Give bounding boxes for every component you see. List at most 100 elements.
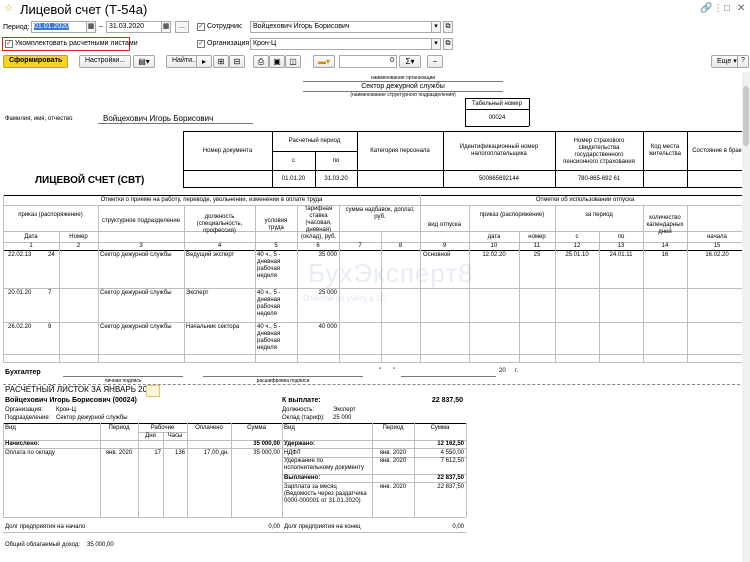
accrual-paid: 17,00 дн. (203, 450, 229, 456)
employee-field[interactable]: Войцехович Игорь Борисович (250, 21, 432, 33)
payment-sum: 22 837,50 (437, 484, 464, 490)
title-bar: ☆ Лицевой счет (Т-54а) 🔗 ⋮ □ ✕ (0, 0, 750, 18)
vertical-scrollbar[interactable] (742, 72, 750, 562)
marital-header: Состояние в браке (692, 148, 745, 154)
hire-section-header: Отметки о приеме на работу, переводе, ув… (100, 197, 323, 203)
org-dropdown-icon[interactable]: ▾ (431, 38, 441, 50)
period-to-value: 31.03.20 (324, 176, 348, 182)
table-row: Начальник сектора (186, 324, 240, 330)
position-label: Должность: (282, 407, 315, 413)
employee-checkbox[interactable]: ✓ (197, 23, 205, 31)
vac-order-header: приказ (распоряжение) (479, 212, 545, 218)
window-title: Лицевой счет (Т-54а) (20, 2, 148, 17)
print-icon[interactable]: ⎙ (253, 55, 269, 68)
period-label: Период: (3, 24, 30, 31)
employee-dropdown-icon[interactable]: ▾ (431, 21, 441, 33)
payslip-h-period-2: Период (382, 425, 404, 431)
menu-dots-icon[interactable]: ⋮ (713, 3, 723, 14)
tabnum-value: 00024 (488, 115, 506, 121)
selected-cell[interactable] (146, 385, 160, 397)
send-icon[interactable]: ▬▾ (313, 55, 335, 68)
favorite-star-icon[interactable]: ☆ (4, 3, 13, 14)
period-select-button[interactable]: ... (175, 21, 189, 33)
location-header: Код места жительства (648, 144, 681, 157)
vac-number-header: номер (528, 234, 546, 240)
payslip-dept: Сектор дежурной службы (56, 415, 128, 421)
help-button[interactable]: ? (737, 55, 749, 68)
salary-value: 25 000 (333, 415, 352, 421)
inn-header: Идентификационный номер налогоплательщик… (459, 144, 539, 157)
preview-icon[interactable]: ◫ (285, 55, 301, 68)
period-to-header: по (332, 158, 340, 164)
payslip-checkbox[interactable]: ✓ (5, 40, 13, 48)
debt-start-label: Долг предприятия на начало (5, 524, 86, 530)
calendar-from-icon[interactable]: ▦ (86, 21, 96, 33)
table-row: 40 ч., 5 - дневная рабочая неделя (257, 324, 281, 351)
col-num: 7 (358, 243, 362, 249)
payslip-h-period: Период (108, 425, 130, 431)
taxable-label: Общий облагаемый доход: (5, 542, 81, 548)
col-num: 15 (713, 243, 721, 249)
org-caption: наименование организации (370, 75, 436, 81)
vacation-section-header: Отметки об использовании отпуска (535, 197, 635, 203)
collapse-icon[interactable]: ⊟ (229, 55, 245, 68)
date-quote-close: " (393, 368, 396, 374)
date-from-field[interactable]: 01.01.2020 (31, 21, 87, 33)
maximize-icon[interactable]: □ (724, 3, 730, 14)
close-icon[interactable]: ✕ (737, 3, 745, 14)
table-row: Эксперт (186, 290, 209, 296)
table-row: 22.02.13 (8, 252, 32, 258)
withheld-label: Удержано: (284, 441, 316, 447)
to-pay-label: К выплате: (282, 397, 321, 404)
allowance-header: сумма надбавок, доплат, руб. (345, 207, 415, 220)
period-from-value: 01.01.20 (281, 176, 306, 182)
date-header: Дата (24, 234, 38, 240)
org-label: Организация: (207, 40, 252, 47)
table-row: 25 (533, 252, 541, 258)
payslip-employee: Войцехович Игорь Борисович (00024) (5, 397, 137, 404)
scrollbar-thumb[interactable] (743, 86, 749, 146)
minus-icon[interactable]: − (427, 55, 443, 68)
watermark-subtitle: Ответов по учёту в 1С (303, 294, 387, 303)
date-to-field[interactable]: 31.03.2020 (106, 21, 162, 33)
vac-period-header: за период (585, 212, 613, 218)
sum-mode-button[interactable]: Σ▾ (399, 55, 421, 68)
accrued-label: Начислено: (5, 441, 40, 447)
payslip-checkbox-label: Укомплектовать расчетными листами (15, 40, 138, 47)
payslip-dept-label: Подразделение: (5, 415, 51, 421)
sum-field[interactable]: 0 (339, 55, 397, 68)
vac-to-header: по (617, 234, 625, 240)
payslip-h-worked: Рабочие (150, 425, 175, 431)
table-row: 7 (48, 290, 52, 296)
salary-label: Оклад (тариф): (282, 415, 325, 421)
org-open-icon[interactable]: ⧉ (443, 38, 453, 50)
calendar-to-icon[interactable]: ▦ (161, 21, 171, 33)
table-row: 16.02.20 (705, 252, 729, 258)
settings-button[interactable]: Настройки... (79, 55, 132, 68)
to-pay-value: 22 837,50 (431, 397, 463, 404)
org-checkbox[interactable]: ✓ (197, 40, 205, 48)
snils-value: 780-865-692 61 (577, 176, 621, 182)
vac-from-header: с (575, 234, 579, 240)
find-next-icon[interactable]: ▸ (196, 55, 212, 68)
snils-header: Номер страхового свидетельства государст… (563, 138, 635, 165)
conditions-header: условия труда (264, 218, 288, 231)
variant-icon[interactable]: ▤▾ (133, 55, 155, 68)
category-header: Категория персонала (370, 148, 430, 154)
payslip-h-type: Вид (5, 425, 16, 431)
fio-label: Фамилия, имя, отчество (5, 116, 73, 122)
save-icon[interactable]: ▣ (269, 55, 285, 68)
document-title: ЛИЦЕВОЙ СЧЕТ (СВТ) (35, 175, 145, 186)
withholding-name: Удержание по исполнительному документу (284, 458, 364, 471)
org-field[interactable]: Крон-Ц (250, 38, 432, 50)
table-row: 24.01.11 (609, 252, 633, 258)
link-icon[interactable]: 🔗 (700, 3, 712, 14)
withholding-name: НДФЛ (284, 450, 301, 456)
generate-button[interactable]: Сформировать (3, 55, 69, 68)
vac-start-header: начала (707, 234, 727, 240)
date-quote-open: " (379, 368, 382, 374)
col-num: 14 (661, 243, 669, 249)
doc-number-header: Номер документа (202, 148, 253, 154)
employee-open-icon[interactable]: ⧉ (443, 21, 453, 33)
expand-icon[interactable]: ⊞ (213, 55, 229, 68)
